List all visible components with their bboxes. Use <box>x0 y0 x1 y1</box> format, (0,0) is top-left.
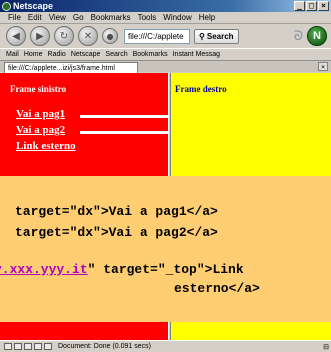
menu-edit[interactable]: Edit <box>28 13 42 22</box>
netscape-logo[interactable]: N <box>307 26 327 46</box>
personal-toolbar: Mail Home Radio Netscape Search Bookmark… <box>0 48 331 60</box>
menu-file[interactable]: File <box>8 13 21 22</box>
navigation-toolbar: ◀ ▶ ↻ ✕ ● file:///C:/applete ⚲ Search <box>0 24 331 48</box>
tab-close-button[interactable]: × <box>318 62 328 71</box>
window-controls: _ □ × <box>294 1 329 11</box>
search-button[interactable]: ⚲ Search <box>194 28 239 44</box>
minimize-button[interactable]: _ <box>294 1 305 11</box>
code-line-3-rest: " target="_top">Link <box>87 262 244 277</box>
maximize-button[interactable]: □ <box>306 1 317 11</box>
frame-left-title: Frame sinistro <box>10 84 67 94</box>
window-titlebar: Netscape _ □ × <box>0 0 331 12</box>
tab-frame-html[interactable]: file:///C:/applete...izi/js3/frame.html <box>4 62 138 73</box>
online-status-icon <box>44 343 52 350</box>
back-button[interactable]: ◀ <box>6 26 26 46</box>
radio-link[interactable]: Radio <box>48 51 66 58</box>
code-url: y.xxx.yyy.it <box>0 262 88 277</box>
addressbook-icon[interactable] <box>34 343 42 350</box>
window-title: Netscape <box>13 1 54 11</box>
menu-bar: File Edit View Go Bookmarks Tools Window… <box>0 12 331 24</box>
netscape-link[interactable]: Netscape <box>71 51 101 58</box>
back-arrow-icon: ◀ <box>12 30 20 42</box>
link-esterno[interactable]: Link esterno <box>16 140 76 152</box>
navigator-icon[interactable] <box>4 343 12 350</box>
page-icon: ● <box>106 31 114 41</box>
close-button[interactable]: × <box>318 1 329 11</box>
forward-button[interactable]: ▶ <box>30 26 50 46</box>
menu-help[interactable]: Help <box>199 13 215 22</box>
instant-message-link[interactable]: Instant Messag <box>173 51 220 58</box>
home-link[interactable]: Home <box>24 51 43 58</box>
code-line-1: target="dx">Vai a pag1</a> <box>15 204 218 219</box>
status-bar: Document: Done (0.091 secs) ⊟ <box>0 340 331 352</box>
frame-right-title: Frame destro <box>175 84 227 94</box>
stop-button[interactable]: ✕ <box>78 26 98 46</box>
composer-icon[interactable] <box>24 343 32 350</box>
code-line-2: target="dx">Vai a pag2</a> <box>15 225 218 240</box>
forward-arrow-icon: ▶ <box>36 30 44 42</box>
search-label: Search <box>206 31 234 41</box>
bookmarks-link[interactable]: Bookmarks <box>133 51 168 58</box>
mail-icon[interactable] <box>14 343 22 350</box>
home-button[interactable]: ● <box>102 28 118 44</box>
security-icon: ⊟ <box>323 344 329 351</box>
url-field[interactable]: file:///C:/applete <box>124 28 190 44</box>
link-vai-a-pag1[interactable]: Vai a pag1 <box>16 108 65 120</box>
reload-icon: ↻ <box>59 30 69 42</box>
status-text: Document: Done (0.091 secs) <box>58 343 151 350</box>
tab-bar: file:///C:/applete...izi/js3/frame.html … <box>0 60 331 73</box>
menu-go[interactable]: Go <box>73 13 84 22</box>
search-link[interactable]: Search <box>105 51 127 58</box>
code-line-3: y.xxx.yyy.it" target="_top">Link <box>0 262 244 277</box>
arrow-pag2 <box>80 127 189 137</box>
menu-tools[interactable]: Tools <box>138 13 157 22</box>
tab-label: file:///C:/applete...izi/js3/frame.html <box>8 64 115 72</box>
reload-button[interactable]: ↻ <box>54 26 74 46</box>
code-snippet-overlay: target="dx">Vai a pag1</a> target="dx">V… <box>0 176 331 322</box>
code-line-4: esterno</a> <box>174 281 260 296</box>
menu-window[interactable]: Window <box>163 13 191 22</box>
stop-icon: ✕ <box>83 30 93 42</box>
menu-view[interactable]: View <box>49 13 66 22</box>
menu-bookmarks[interactable]: Bookmarks <box>91 13 131 22</box>
url-text: file:///C:/applete <box>128 31 184 41</box>
swirl-icon: ᘐ <box>293 29 303 44</box>
mail-link[interactable]: Mail <box>6 51 19 58</box>
netscape-app-icon <box>2 1 11 11</box>
link-vai-a-pag2[interactable]: Vai a pag2 <box>16 124 65 136</box>
search-icon: ⚲ <box>199 31 205 41</box>
arrow-pag1 <box>80 111 189 121</box>
